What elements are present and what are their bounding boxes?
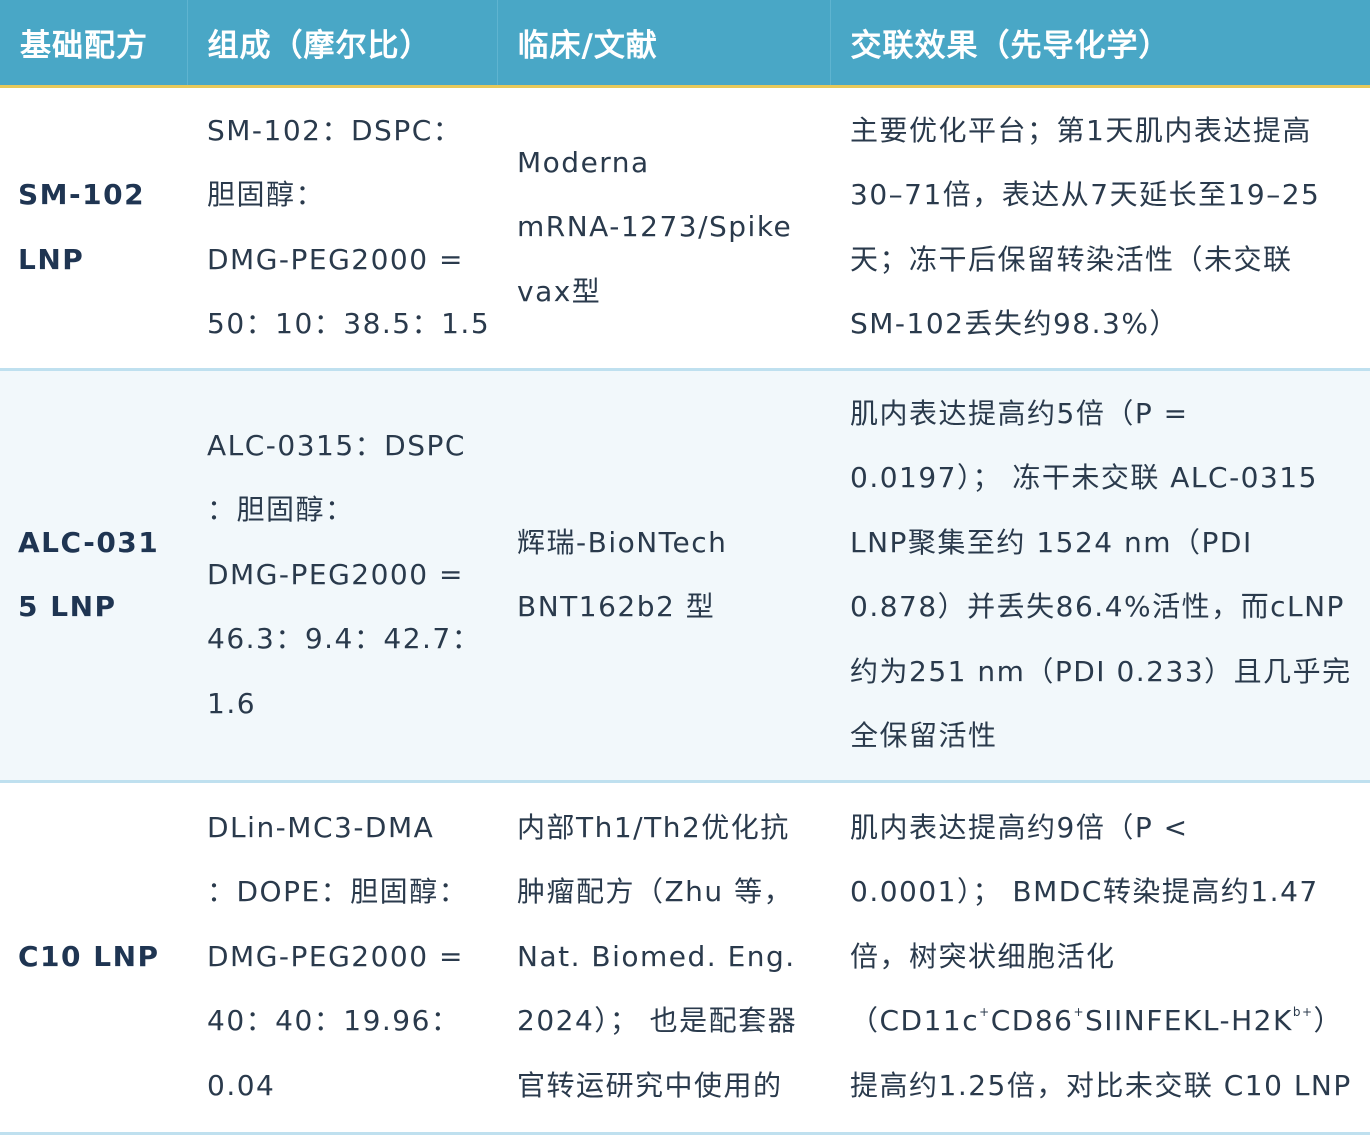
header-composition: 组成（摩尔比） (187, 0, 498, 88)
marker-text: （CD11c (850, 1004, 980, 1038)
composition-line: SM-102：DSPC： (207, 113, 463, 147)
table-body: SM-102 LNP SM-102：DSPC： 胆固醇： DMG-PEG2000… (0, 86, 1370, 1133)
clinical-line: 辉瑞-BioNTech (517, 525, 728, 559)
composition-line: 46.3：9.4：42.7： (207, 622, 482, 656)
base-line: LNP (18, 242, 85, 276)
header-crosslink-effect: 交联效果（先导化学） (830, 0, 1370, 88)
effect-line: 主要优化平台；第1天肌内表达提高 (850, 113, 1312, 147)
composition-line: ：DOPE：胆固醇： (207, 875, 469, 909)
cell-base: ALC-031 5 LNP (0, 369, 187, 781)
cell-effect: 肌内表达提高约5倍（P = 0.0197）； 冻干未交联 ALC-0315 LN… (830, 369, 1370, 781)
cell-effect: 肌内表达提高约9倍（P < 0.0001）； BMDC转染提高约1.47 倍，树… (830, 781, 1370, 1133)
cell-base: C10 LNP (0, 781, 187, 1133)
base-line: ALC-031 (18, 525, 160, 559)
lnp-comparison-table: 基础配方 组成（摩尔比） 临床/文献 交联效果（先导化学） SM-102 LNP… (0, 0, 1370, 1135)
effect-line: 0.878）并丢失86.4%活性，而cLNP (850, 590, 1345, 623)
effect-line: 肌内表达提高约5倍（P = (850, 396, 1189, 430)
effect-line: 0.0197）； 冻干未交联 ALC-0315 (850, 461, 1318, 494)
effect-line: 约为251 nm（PDI 0.233）且几乎完 (850, 654, 1352, 688)
composition-line: 1.6 (207, 686, 257, 720)
effect-line: 30–71倍，表达从7天延长至19–25 (850, 178, 1321, 211)
effect-line: 0.0001）； BMDC转染提高约1.47 (850, 875, 1319, 909)
clinical-line: mRNA-1273/Spike (517, 210, 793, 244)
clinical-line: vax型 (517, 274, 602, 308)
clinical-line: BNT162b2 型 (517, 590, 716, 623)
marker-superscript: b+ (1292, 1004, 1314, 1019)
cell-composition: DLin-MC3-DMA ：DOPE：胆固醇： DMG-PEG2000 = 40… (187, 781, 497, 1133)
effect-marker-line: （CD11c+CD86+SIINFEKL-H2Kb+） (850, 989, 1360, 1054)
marker-text: SIINFEKL-H2K (1085, 1004, 1293, 1038)
composition-line: 0.04 (207, 1068, 276, 1102)
composition-line: DLin-MC3-DMA (207, 810, 435, 844)
effect-line: 提高约1.25倍，对比未交联 C10 LNP (850, 1068, 1352, 1102)
effect-line: 天；冻干后保留转染活性（未交联 (850, 242, 1293, 276)
table-row: ALC-031 5 LNP ALC-0315：DSPC ：胆固醇： DMG-PE… (0, 369, 1370, 781)
effect-line: 肌内表达提高约9倍（P < (850, 810, 1189, 844)
cell-composition: SM-102：DSPC： 胆固醇： DMG-PEG2000 = 50：10：38… (187, 86, 497, 369)
marker-text: ） (1313, 1004, 1344, 1038)
composition-line: ALC-0315：DSPC (207, 428, 466, 462)
marker-superscript: + (979, 1004, 991, 1019)
composition-line: DMG-PEG2000 = (207, 557, 464, 591)
clinical-line: 肿瘤配方（Zhu 等， (517, 875, 794, 909)
composition-line: 50：10：38.5：1.5 (207, 307, 491, 340)
marker-superscript: + (1073, 1004, 1086, 1019)
composition-line: DMG-PEG2000 = (207, 939, 464, 973)
cell-clinical: 辉瑞-BioNTech BNT162b2 型 (497, 369, 830, 781)
effect-line: 倍，树突状细胞活化 (850, 939, 1116, 973)
header-clinical: 临床/文献 (497, 0, 831, 88)
cell-effect: 主要优化平台；第1天肌内表达提高 30–71倍，表达从7天延长至19–25 天；… (830, 86, 1370, 369)
header-base-formulation: 基础配方 (0, 0, 188, 88)
header-row: 基础配方 组成（摩尔比） 临床/文献 交联效果（先导化学） (0, 0, 1370, 88)
cell-clinical: 内部Th1/Th2优化抗 肿瘤配方（Zhu 等， Nat. Biomed. En… (497, 781, 830, 1133)
composition-line: 胆固醇： (207, 178, 326, 211)
table-row: SM-102 LNP SM-102：DSPC： 胆固醇： DMG-PEG2000… (0, 86, 1370, 369)
cell-composition: ALC-0315：DSPC ：胆固醇： DMG-PEG2000 = 46.3：9… (187, 369, 497, 781)
clinical-line: 2024）； 也是配套器 (517, 1004, 798, 1038)
composition-line: 40：40：19.96： (207, 1004, 461, 1038)
clinical-line: 官转运研究中使用的 (517, 1068, 783, 1102)
cell-base: SM-102 LNP (0, 86, 187, 369)
clinical-line: Nat. Biomed. Eng. (517, 939, 796, 973)
composition-line: ：胆固醇： (207, 493, 355, 527)
composition-line: DMG-PEG2000 = (207, 242, 464, 276)
table-row: C10 LNP DLin-MC3-DMA ：DOPE：胆固醇： DMG-PEG2… (0, 781, 1370, 1133)
base-line: SM-102 (18, 178, 146, 211)
base-line: 5 LNP (18, 590, 117, 623)
table-header: 基础配方 组成（摩尔比） 临床/文献 交联效果（先导化学） (0, 0, 1370, 88)
marker-text: CD86 (990, 1004, 1074, 1038)
base-line: C10 LNP (18, 939, 160, 973)
clinical-line: 内部Th1/Th2优化抗 (517, 810, 790, 844)
clinical-line: Moderna (517, 145, 650, 179)
effect-line: 全保留活性 (850, 719, 998, 752)
cell-clinical: Moderna mRNA-1273/Spike vax型 (497, 86, 830, 369)
effect-line: LNP聚集至约 1524 nm（PDI (850, 525, 1253, 559)
effect-line: SM-102丢失约98.3%） (850, 307, 1179, 340)
